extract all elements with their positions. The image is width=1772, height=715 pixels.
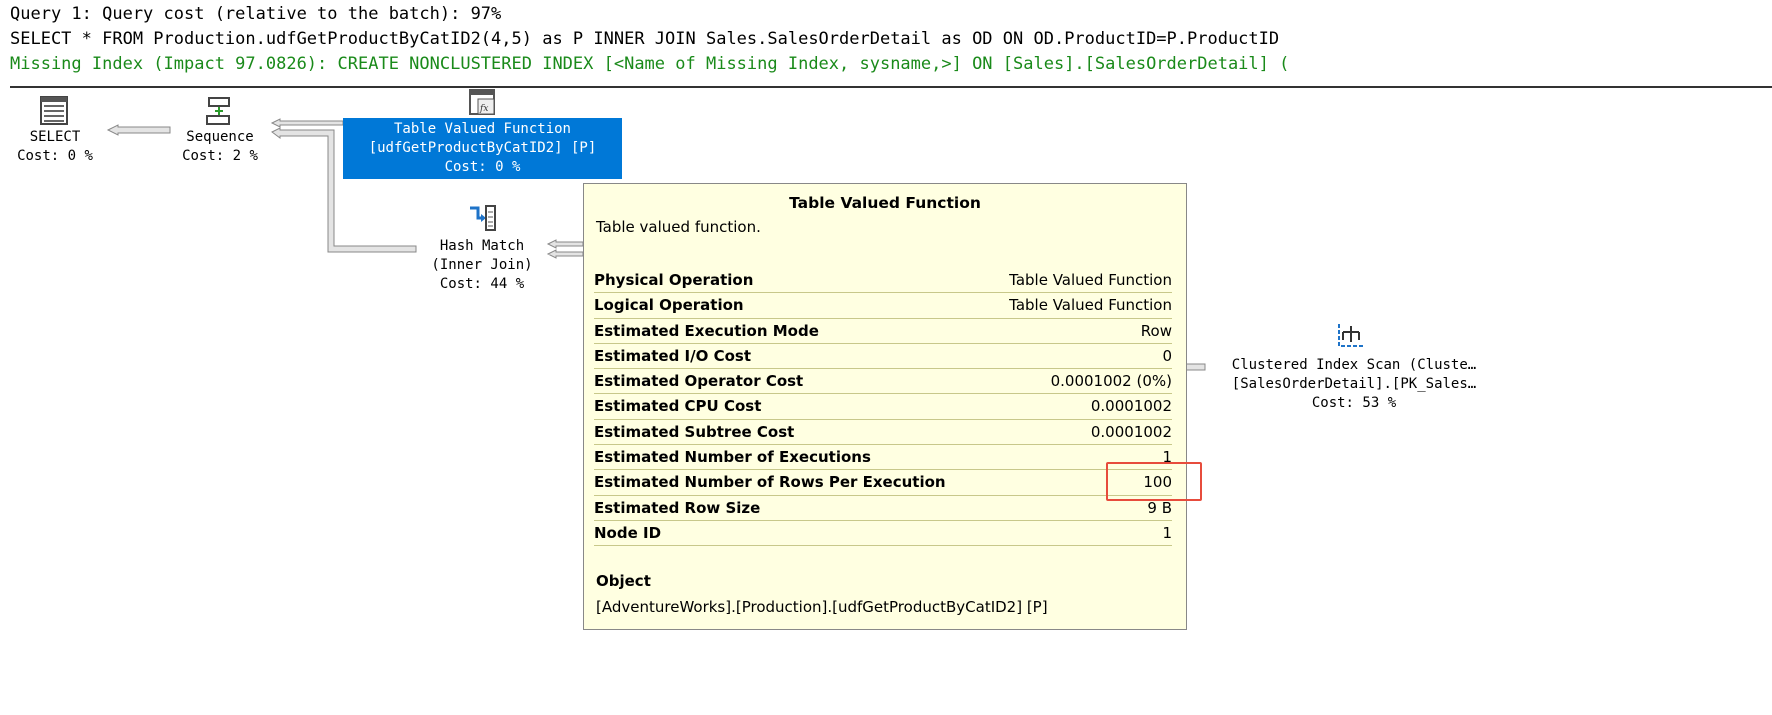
- property-value: 1: [1162, 523, 1172, 542]
- node-name: Clustered Index Scan (Cluste…: [1231, 357, 1477, 373]
- object-value: [AdventureWorks].[Production].[udfGetPro…: [596, 598, 1048, 616]
- property-value: 0: [1162, 346, 1172, 365]
- node-object: [udfGetProductByCatID2] [P]: [368, 140, 597, 156]
- property-name: Node ID: [594, 523, 662, 542]
- table-valued-function-icon[interactable]: fx: [468, 88, 498, 118]
- property-name: Estimated Execution Mode: [594, 321, 819, 340]
- property-name: Estimated Number of Rows Per Execution: [594, 473, 946, 492]
- tooltip-object: Object [AdventureWorks].[Production].[ud…: [596, 572, 1048, 616]
- property-value: 0.0001002: [1090, 397, 1172, 416]
- property-value: Table Valued Function: [1009, 271, 1172, 289]
- property-row: Estimated Operator Cost 0.0001002 (0%): [594, 369, 1172, 395]
- property-row: Estimated Execution Mode Row: [594, 319, 1172, 344]
- property-row: Estimated CPU Cost 0.0001002: [594, 394, 1172, 420]
- highlight-box: [1106, 462, 1202, 501]
- node-select[interactable]: SELECT Cost: 0 %: [10, 128, 100, 166]
- node-sequence[interactable]: Sequence Cost: 2 %: [172, 128, 268, 166]
- tooltip-description: Table valued function.: [596, 218, 761, 236]
- property-name: Estimated Operator Cost: [594, 372, 804, 391]
- property-row: Estimated Number of Rows Per Execution 10…: [594, 470, 1172, 496]
- node-cost: Cost: 44 %: [439, 276, 525, 292]
- property-name: Estimated Row Size: [594, 498, 761, 517]
- property-name: Physical Operation: [594, 271, 754, 289]
- node-name: Sequence: [186, 129, 254, 145]
- property-value: 0.0001002 (0%): [1050, 372, 1172, 391]
- property-value: Row: [1140, 321, 1172, 340]
- arrow-tvf-to-sequence: [270, 118, 344, 128]
- property-row: Physical Operation Table Valued Function: [594, 268, 1172, 294]
- property-row: Logical Operation Table Valued Function: [594, 293, 1172, 319]
- property-name: Logical Operation: [594, 296, 744, 315]
- arrow-scan-to-hash: [546, 249, 584, 259]
- property-row: Estimated I/O Cost 0: [594, 344, 1172, 370]
- node-hash-match[interactable]: Hash Match (Inner Join) Cost: 44 %: [416, 237, 548, 294]
- tooltip-properties: Physical Operation Table Valued Function L…: [594, 268, 1172, 547]
- select-icon[interactable]: [40, 96, 70, 126]
- node-name: Hash Match: [439, 238, 525, 254]
- hash-match-icon[interactable]: [468, 204, 498, 234]
- property-row: Estimated Number of Executions 1: [594, 445, 1172, 471]
- node-object: [SalesOrderDetail].[PK_Sales…: [1231, 376, 1477, 392]
- node-subtitle: (Inner Join): [431, 257, 533, 273]
- property-row: Node ID 1: [594, 521, 1172, 547]
- operator-tooltip: Table Valued Function Table valued funct…: [583, 183, 1187, 630]
- property-row: Estimated Subtree Cost 0.0001002: [594, 420, 1172, 446]
- property-value: Table Valued Function: [1009, 296, 1172, 315]
- node-name: SELECT: [29, 129, 81, 145]
- node-cost: Cost: 53 %: [1311, 395, 1397, 411]
- property-name: Estimated Subtree Cost: [594, 422, 795, 441]
- property-name: Estimated I/O Cost: [594, 346, 751, 365]
- arrow-scan-out: [1185, 363, 1206, 371]
- sequence-icon[interactable]: [205, 96, 233, 126]
- property-name: Estimated CPU Cost: [594, 397, 762, 416]
- property-name: Estimated Number of Executions: [594, 448, 871, 467]
- property-value: 0.0001002: [1090, 422, 1172, 441]
- node-cost: Cost: 0 %: [17, 148, 93, 164]
- node-table-valued-function[interactable]: Table Valued Function [udfGetProductByCat…: [343, 118, 622, 179]
- node-clustered-index-scan[interactable]: Clustered Index Scan (Cluste… [SalesOrder…: [1206, 356, 1502, 413]
- node-cost: Cost: 0 %: [444, 159, 521, 175]
- object-label: Object: [596, 572, 651, 590]
- clustered-index-scan-icon[interactable]: [1337, 322, 1367, 350]
- arrow-tvf-to-hash: [546, 239, 584, 249]
- svg-text:fx: fx: [479, 104, 488, 114]
- arrow-sequence-to-select: [106, 124, 171, 136]
- tooltip-title: Table Valued Function: [789, 194, 981, 212]
- node-cost: Cost: 2 %: [182, 148, 258, 164]
- node-name: Table Valued Function: [393, 121, 571, 137]
- property-row: Estimated Row Size 9 B: [594, 496, 1172, 521]
